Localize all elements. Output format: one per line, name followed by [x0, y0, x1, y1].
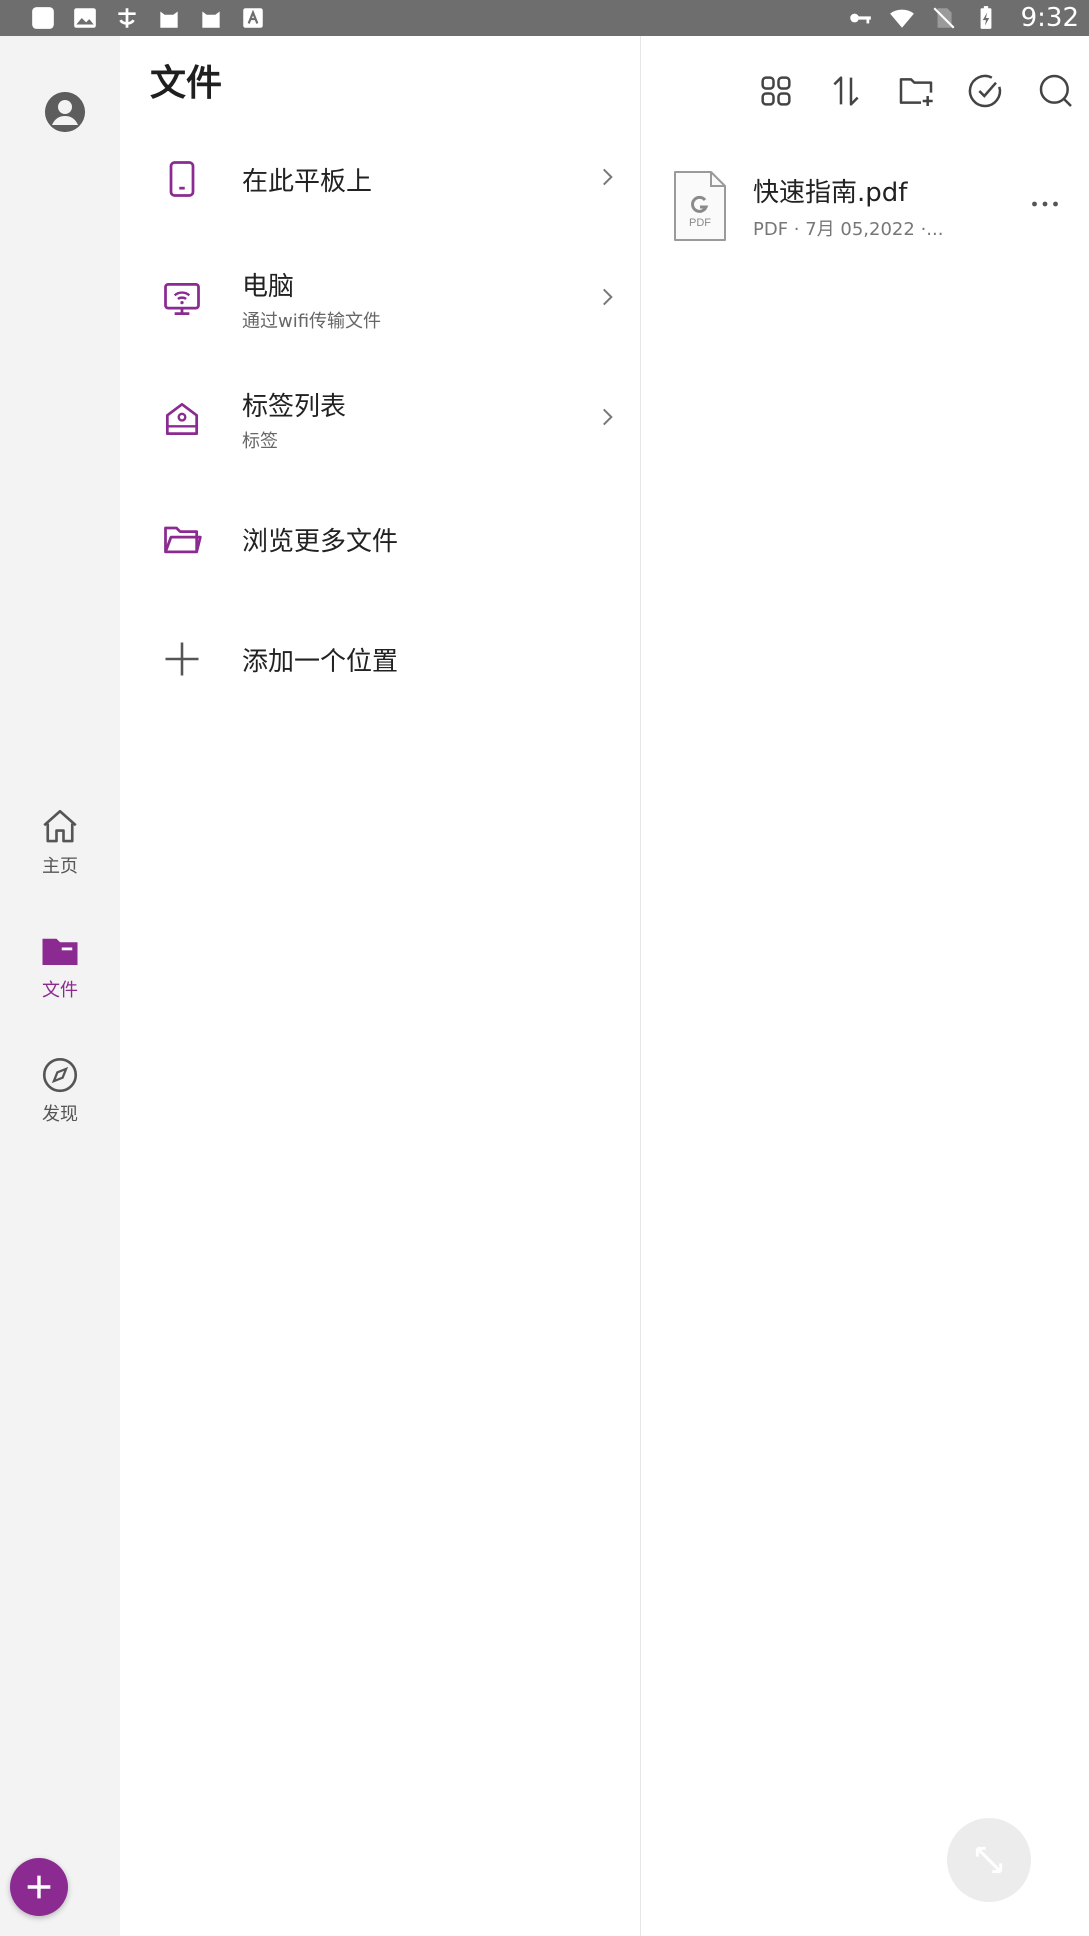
status-bar: 9:32: [0, 0, 1089, 36]
location-computer[interactable]: 电脑 通过wifi传输文件: [120, 244, 640, 354]
wifi-icon: [889, 5, 915, 31]
compass-icon: [42, 1057, 78, 1093]
new-folder-button[interactable]: [895, 70, 937, 112]
tag-icon: [150, 397, 214, 441]
location-add[interactable]: 添加一个位置: [120, 604, 640, 714]
more-options-button[interactable]: [1027, 186, 1063, 226]
status-bar-left: [30, 5, 266, 31]
cat-icon: [198, 5, 224, 31]
location-on-tablet[interactable]: 在此平板上: [120, 124, 640, 234]
location-sublabel: 通过wifi传输文件: [242, 310, 382, 332]
select-button[interactable]: [965, 70, 1007, 112]
expand-button[interactable]: [947, 1818, 1031, 1902]
gallery-icon: [72, 5, 98, 31]
rail-item-home[interactable]: 主页: [0, 806, 120, 878]
chevron-right-icon: [594, 284, 620, 314]
navigation-rail: 主页 文件 发现: [0, 36, 120, 1936]
add-fab-button[interactable]: [10, 1858, 68, 1916]
rail-item-label: 主页: [42, 856, 78, 877]
status-time: 9:32: [1020, 3, 1079, 33]
chevron-right-icon: [594, 404, 620, 434]
page-title: 文件: [150, 63, 223, 104]
file-name: 快速指南.pdf: [753, 177, 908, 208]
key-icon: [847, 5, 873, 31]
grid-view-icon: [761, 76, 791, 106]
rail-item-discover[interactable]: 发现: [0, 1054, 120, 1126]
folder-icon: [42, 938, 78, 965]
search-icon: [1039, 74, 1072, 107]
app-root: 9:32 主页 文件 发现 文件 在此平板上 电脑 通过wifi传输文件 标签列…: [0, 0, 1089, 1936]
expand-icon: [975, 1846, 1003, 1874]
location-label: 标签列表: [242, 391, 347, 422]
grid-view-button[interactable]: [755, 70, 797, 112]
location-sublabel: 标签: [242, 430, 278, 452]
avatar[interactable]: [45, 92, 85, 132]
more-horizontal-icon: [1032, 201, 1058, 207]
rail-item-label: 发现: [42, 1104, 78, 1125]
location-tags[interactable]: 标签列表 标签: [120, 364, 640, 474]
files-pane: PDF 快速指南.pdf PDF · 7月 05,2022 ·...: [641, 36, 1089, 1936]
app2-icon: [114, 5, 140, 31]
new-folder-icon: [899, 78, 933, 106]
home-icon: [43, 809, 77, 843]
plus-icon: [150, 637, 214, 681]
user-icon: [45, 92, 85, 132]
locations-pane: 文件 在此平板上 电脑 通过wifi传输文件 标签列表 标签 浏览更多文件 添加…: [120, 36, 640, 1936]
sort-icon: [833, 76, 859, 106]
location-label: 添加一个位置: [242, 646, 399, 677]
file-meta: PDF · 7月 05,2022 ·...: [753, 218, 944, 240]
monitor-wifi-icon: [150, 277, 214, 321]
location-label: 浏览更多文件: [242, 526, 399, 557]
rail-item-label: 文件: [42, 980, 78, 1001]
location-label: 在此平板上: [242, 166, 373, 197]
svg-text:PDF: PDF: [689, 217, 711, 229]
text-app-icon: [240, 5, 266, 31]
search-button[interactable]: [1035, 70, 1077, 112]
tablet-icon: [150, 157, 214, 201]
location-label: 电脑: [242, 271, 295, 302]
pdf-file-icon: PDF: [671, 170, 729, 242]
rail-item-files[interactable]: 文件: [0, 930, 120, 1002]
status-bar-right: 9:32: [847, 3, 1079, 33]
select-icon: [968, 74, 1002, 108]
no-sim-icon: [931, 5, 957, 31]
app-icon: [30, 5, 56, 31]
file-row[interactable]: PDF 快速指南.pdf PDF · 7月 05,2022 ·...: [641, 156, 1089, 256]
plus-icon: [27, 1875, 51, 1899]
cat-icon: [156, 5, 182, 31]
battery-charging-icon: [973, 5, 999, 31]
folder-open-icon: [150, 517, 214, 561]
sort-button[interactable]: [825, 70, 867, 112]
location-browse-more[interactable]: 浏览更多文件: [120, 484, 640, 594]
chevron-right-icon: [594, 164, 620, 194]
files-toolbar: [755, 70, 1077, 112]
